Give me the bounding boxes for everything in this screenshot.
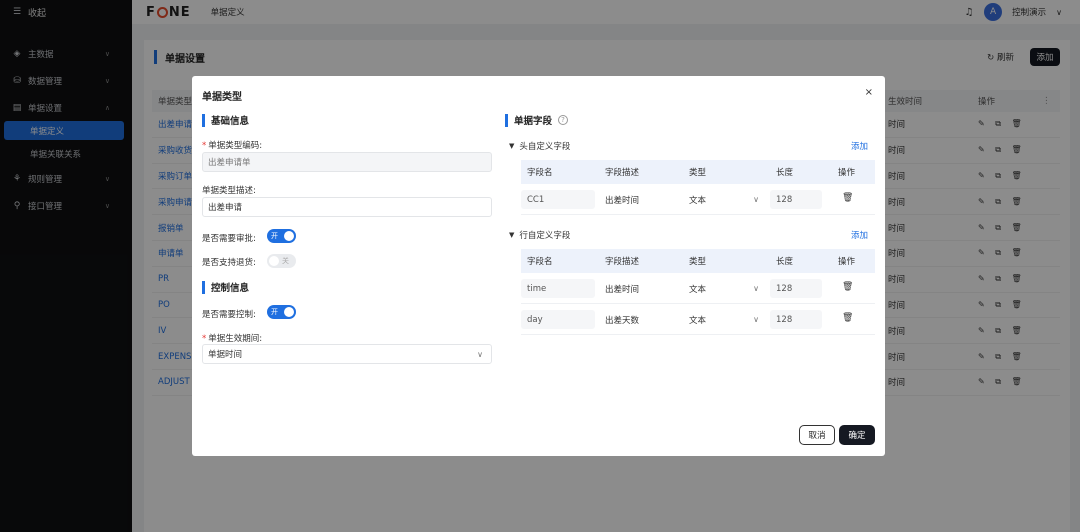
field-type-select[interactable]: 文本 ∨ bbox=[683, 190, 763, 209]
header-fields-table: 字段名 字段描述 类型 长度 操作 CC1 出差时间 文本 ∨ 128 🗑 bbox=[521, 160, 875, 215]
close-icon[interactable]: × bbox=[865, 87, 873, 98]
field-desc-input[interactable]: 出差时间 bbox=[599, 279, 679, 298]
confirm-button[interactable]: 确定 bbox=[839, 425, 875, 445]
approval-label: 是否需要审批: bbox=[202, 234, 256, 244]
field-name-input[interactable]: day bbox=[521, 310, 595, 329]
table-row: time 出差时间 文本 ∨ 128 🗑 bbox=[521, 273, 875, 304]
field-length-input[interactable]: 128 bbox=[770, 279, 822, 298]
field-name-input[interactable]: time bbox=[521, 279, 595, 298]
desc-field[interactable]: 出差申请 bbox=[202, 197, 492, 217]
chevron-down-icon: ∨ bbox=[753, 195, 759, 204]
add-line-field-link[interactable]: 添加 bbox=[851, 229, 868, 241]
line-fields-group[interactable]: ▼ 行自定义字段 bbox=[509, 229, 570, 241]
field-type-select[interactable]: 文本 ∨ bbox=[683, 279, 763, 298]
dialog-title: 单据类型 bbox=[202, 92, 242, 103]
section-accent-bar bbox=[505, 113, 508, 127]
return-toggle[interactable]: 关 bbox=[267, 254, 296, 268]
table-header: 字段名 字段描述 类型 长度 操作 bbox=[521, 160, 875, 184]
period-label: * 单据生效期间: bbox=[202, 334, 263, 344]
section-accent-bar bbox=[202, 280, 205, 294]
field-length-input[interactable]: 128 bbox=[770, 190, 822, 209]
control-label: 是否需要控制: bbox=[202, 310, 256, 320]
add-header-field-link[interactable]: 添加 bbox=[851, 140, 868, 152]
field-desc-input[interactable]: 出差时间 bbox=[599, 190, 679, 209]
chevron-down-icon: ∨ bbox=[753, 284, 759, 293]
field-name-input[interactable]: CC1 bbox=[521, 190, 595, 209]
trash-icon[interactable]: 🗑 bbox=[842, 193, 853, 203]
control-info-section: 控制信息 bbox=[202, 280, 249, 294]
header-fields-group[interactable]: ▼ 头自定义字段 bbox=[509, 140, 570, 152]
caret-down-icon: ▼ bbox=[509, 142, 515, 150]
code-label: * 单据类型编码: bbox=[202, 141, 263, 151]
table-row: CC1 出差时间 文本 ∨ 128 🗑 bbox=[521, 184, 875, 215]
code-field: 出差申请单 bbox=[202, 152, 492, 172]
approval-toggle[interactable]: 开 bbox=[267, 229, 296, 243]
desc-label: 单据类型描述: bbox=[202, 186, 256, 196]
section-accent-bar bbox=[202, 113, 205, 127]
chevron-down-icon: ∨ bbox=[477, 349, 483, 359]
table-header: 字段名 字段描述 类型 长度 操作 bbox=[521, 249, 875, 273]
trash-icon[interactable]: 🗑 bbox=[842, 282, 853, 292]
help-icon[interactable]: ? bbox=[558, 115, 569, 125]
basic-info-section: 基础信息 bbox=[202, 113, 249, 127]
period-select[interactable]: 单据时间 ∨ bbox=[202, 344, 492, 364]
fields-section: 单据字段 ? bbox=[505, 113, 569, 127]
caret-down-icon: ▼ bbox=[509, 231, 515, 239]
field-type-select[interactable]: 文本 ∨ bbox=[683, 310, 763, 329]
document-type-dialog: 单据类型 × 基础信息 * 单据类型编码: 出差申请单 单据类型描述: 出差申请 … bbox=[192, 76, 885, 456]
line-fields-table: 字段名 字段描述 类型 长度 操作 time 出差时间 文本 ∨ 128 🗑 d… bbox=[521, 249, 875, 335]
return-label: 是否支持退货: bbox=[202, 258, 256, 268]
cancel-button[interactable]: 取消 bbox=[799, 425, 835, 445]
table-row: day 出差天数 文本 ∨ 128 🗑 bbox=[521, 304, 875, 335]
trash-icon[interactable]: 🗑 bbox=[842, 313, 853, 323]
field-desc-input[interactable]: 出差天数 bbox=[599, 310, 679, 329]
control-toggle[interactable]: 开 bbox=[267, 305, 296, 319]
field-length-input[interactable]: 128 bbox=[770, 310, 822, 329]
chevron-down-icon: ∨ bbox=[753, 315, 759, 324]
